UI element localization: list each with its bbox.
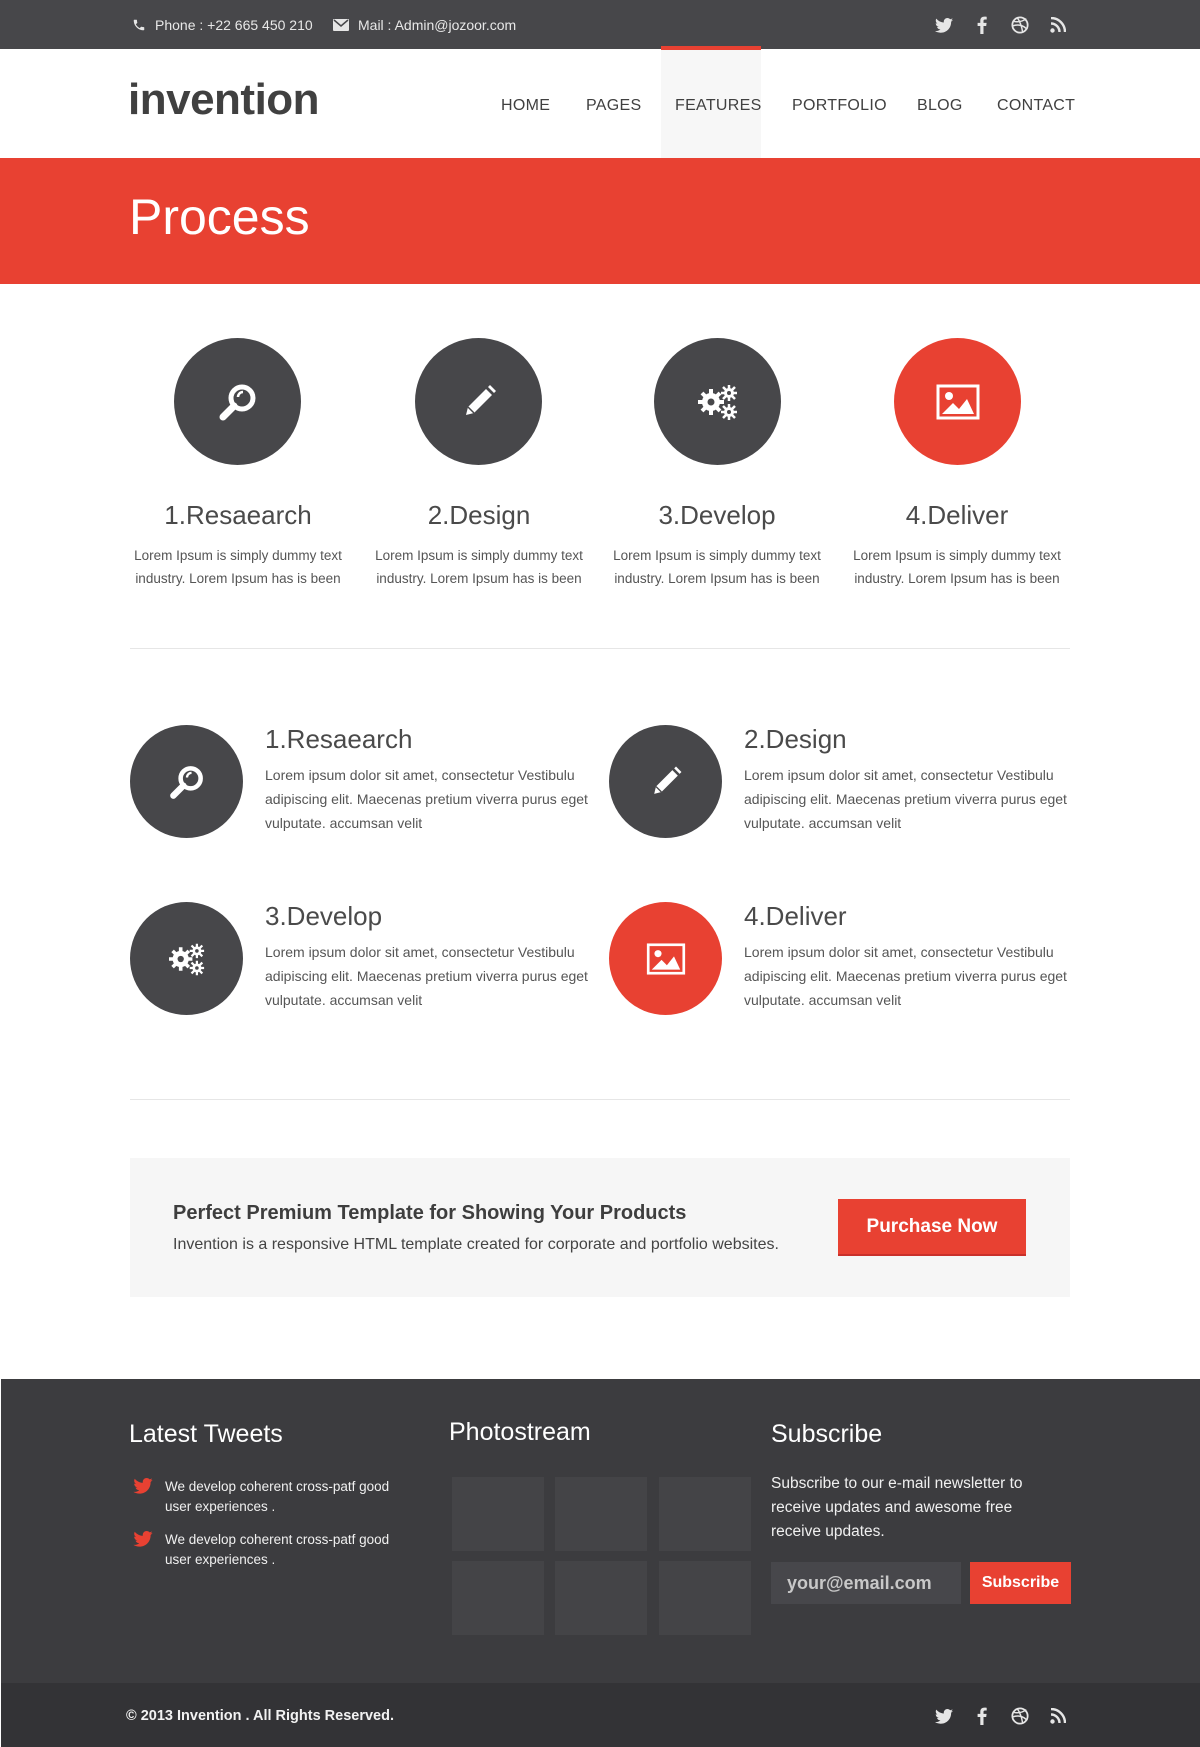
tweet-item[interactable]: We develop coherent cross-patf good user…: [133, 1530, 403, 1570]
gears-icon: [168, 943, 204, 975]
photostream-thumb[interactable]: [452, 1561, 544, 1635]
photostream-thumb[interactable]: [452, 1477, 544, 1551]
cta-title: Perfect Premium Template for Showing You…: [173, 1202, 687, 1224]
phone-icon: [133, 19, 145, 31]
rss-icon[interactable]: [1039, 13, 1077, 37]
search-icon: [169, 765, 203, 799]
facebook-icon[interactable]: [963, 1704, 1001, 1728]
image-icon: [646, 942, 685, 975]
process-text-deliver: Lorem Ipsum is simply dummy text industr…: [853, 548, 1061, 586]
feature-title-research: 1.Resaearch: [265, 724, 413, 754]
twitter-bird-icon: [133, 1477, 165, 1517]
research-circle-small: [130, 725, 243, 838]
photostream-thumb[interactable]: [555, 1561, 647, 1635]
design-circle-small: [609, 725, 722, 838]
photostream-heading: Photostream: [449, 1418, 591, 1446]
nav-blog[interactable]: BLOG: [917, 97, 963, 115]
cta-subtitle: Invention is a responsive HTML template …: [173, 1236, 779, 1253]
pencil-icon: [465, 384, 496, 415]
develop-circle: [654, 338, 781, 465]
nav-portfolio[interactable]: PORTFOLIO: [792, 97, 887, 115]
facebook-icon[interactable]: [963, 13, 1001, 37]
photostream-thumb[interactable]: [555, 1477, 647, 1551]
rss-icon[interactable]: [1039, 1704, 1077, 1728]
photostream-thumb[interactable]: [659, 1561, 751, 1635]
pencil-icon: [653, 766, 681, 794]
footer-social-links: [925, 1704, 1077, 1728]
feature-text-develop: Lorem ipsum dolor sit amet, consectetur …: [265, 944, 588, 1008]
purchase-now-button[interactable]: Purchase Now: [838, 1199, 1026, 1256]
subscribe-heading: Subscribe: [771, 1420, 883, 1448]
nav-home[interactable]: HOME: [501, 97, 550, 115]
feature-text-research: Lorem ipsum dolor sit amet, consectetur …: [265, 767, 588, 831]
mail-icon: [333, 19, 349, 31]
process-text-design: Lorem Ipsum is simply dummy text industr…: [375, 548, 583, 586]
nav-features[interactable]: FEATURES: [675, 97, 762, 115]
nav-pages[interactable]: PAGES: [586, 97, 641, 115]
tweets-heading: Latest Tweets: [129, 1420, 283, 1448]
process-title-research: 1.Resaearch: [164, 500, 312, 530]
photostream-thumb[interactable]: [659, 1477, 751, 1551]
gears-icon: [697, 384, 737, 420]
feature-text-deliver: Lorem ipsum dolor sit amet, consectetur …: [744, 944, 1067, 1008]
email-field[interactable]: your@email.com: [771, 1562, 961, 1604]
top-social-links: [925, 13, 1077, 37]
deliver-circle: [894, 338, 1021, 465]
copyright-text: © 2013 Invention . All Rights Reserved.: [126, 1708, 395, 1724]
develop-circle-small: [130, 902, 243, 1015]
site-logo[interactable]: invention: [128, 75, 320, 125]
twitter-icon[interactable]: [925, 13, 963, 37]
process-text-research: Lorem Ipsum is simply dummy text industr…: [134, 548, 342, 586]
tweet-text: We develop coherent cross-patf good user…: [165, 1532, 390, 1567]
process-title-deliver: 4.Deliver: [905, 500, 1009, 530]
process-text-develop: Lorem Ipsum is simply dummy text industr…: [613, 548, 821, 586]
feature-title-deliver: 4.Deliver: [744, 901, 847, 931]
design-circle: [415, 338, 542, 465]
dribbble-icon[interactable]: [1001, 1704, 1039, 1728]
nav-contact[interactable]: CONTACT: [997, 97, 1075, 115]
deliver-circle-small: [609, 902, 722, 1015]
tweet-item[interactable]: We develop coherent cross-patf good user…: [133, 1477, 403, 1517]
process-title-design: 2.Design: [427, 500, 531, 530]
process-title-develop: 3.Develop: [658, 500, 776, 530]
subscribe-button[interactable]: Subscribe: [970, 1562, 1071, 1604]
page-banner: Process: [0, 158, 1200, 284]
research-circle: [174, 338, 301, 465]
twitter-bird-icon: [133, 1530, 165, 1570]
dribbble-icon[interactable]: [1001, 13, 1039, 37]
subscribe-text: Subscribe to our e-mail newsletter to re…: [771, 1475, 1023, 1540]
search-icon: [219, 384, 255, 420]
image-icon: [936, 384, 979, 419]
feature-title-develop: 3.Develop: [265, 901, 383, 931]
feature-title-design: 2.Design: [744, 724, 847, 754]
mail-text: Mail : Admin@jozoor.com: [358, 17, 517, 33]
tweet-text: We develop coherent cross-patf good user…: [165, 1479, 390, 1514]
divider: [130, 648, 1070, 649]
page-title: Process: [129, 189, 310, 245]
divider: [130, 1099, 1070, 1100]
feature-text-design: Lorem ipsum dolor sit amet, consectetur …: [744, 767, 1067, 831]
phone-info: Phone : +22 665 450 210: [132, 15, 313, 35]
mail-info[interactable]: Mail : Admin@jozoor.com: [333, 15, 516, 35]
twitter-icon[interactable]: [925, 1704, 963, 1728]
phone-text: Phone : +22 665 450 210: [155, 17, 313, 33]
